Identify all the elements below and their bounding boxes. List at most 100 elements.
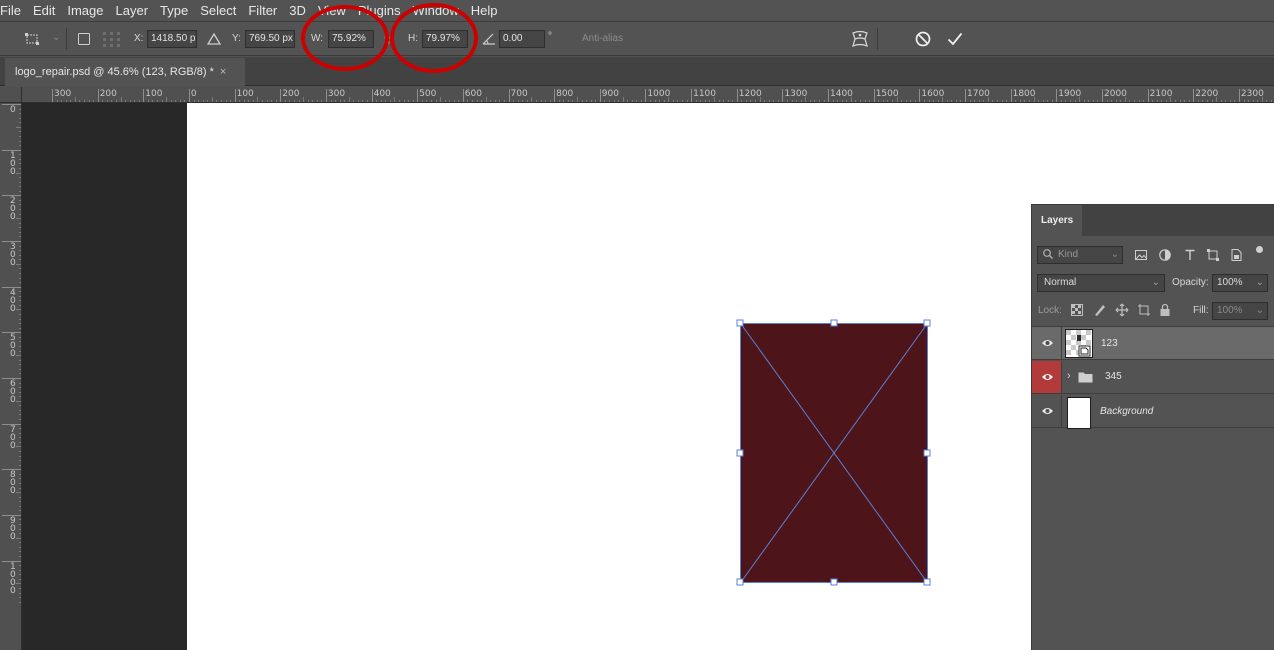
document-tab-bar: logo_repair.psd @ 45.6% (123, RGB/8) * × xyxy=(0,57,1274,86)
cancel-transform-icon[interactable] xyxy=(914,30,932,48)
layer-name[interactable]: 345 xyxy=(1105,371,1122,382)
relative-position-icon[interactable] xyxy=(206,31,222,47)
ruler-major-tick xyxy=(325,89,327,102)
lock-all-icon[interactable] xyxy=(1159,303,1171,320)
adjustment-layer-filter-icon[interactable] xyxy=(1158,248,1172,265)
ruler-label: 1200 xyxy=(738,89,762,99)
search-icon xyxy=(1042,247,1054,267)
x-position-field[interactable]: 1418.50 px xyxy=(147,30,197,48)
layer-row-345[interactable]: › 345 xyxy=(1032,361,1274,394)
warp-mode-icon[interactable] xyxy=(850,29,870,49)
ruler-major-tick xyxy=(554,89,556,102)
ruler-label: 300 xyxy=(10,241,16,268)
filter-toggle-icon[interactable] xyxy=(1256,246,1263,253)
ruler-label: 0 xyxy=(10,105,16,115)
layer-filter-kind-label: Kind xyxy=(1058,249,1079,260)
chevron-down-icon: ⌄ xyxy=(1255,277,1264,288)
ruler-major-tick xyxy=(782,89,784,102)
menu-layer[interactable]: Layer xyxy=(110,0,155,22)
opacity-value: 100% xyxy=(1217,277,1243,288)
document-tab[interactable]: logo_repair.psd @ 45.6% (123, RGB/8) * × xyxy=(5,58,245,86)
ruler-label: 1300 xyxy=(784,89,808,99)
reference-point-grid-icon[interactable] xyxy=(102,31,120,47)
ruler-label: 2200 xyxy=(1195,89,1219,99)
ruler-label: 1800 xyxy=(1012,89,1036,99)
ruler-major-tick xyxy=(234,89,236,102)
y-position-field[interactable]: 769.50 px xyxy=(245,30,295,48)
menu-3d[interactable]: 3D xyxy=(283,0,312,22)
transform-tool-icon[interactable] xyxy=(24,31,40,47)
menu-edit[interactable]: Edit xyxy=(27,0,61,22)
layer-name[interactable]: 123 xyxy=(1101,338,1118,349)
smart-object-filter-icon[interactable] xyxy=(1229,248,1243,265)
type-layer-filter-icon[interactable] xyxy=(1183,248,1197,265)
ruler-label: 2000 xyxy=(1104,89,1127,99)
lock-pixels-icon[interactable] xyxy=(1093,303,1107,320)
menu-bar: File Edit Image Layer Type Select Filter… xyxy=(0,0,1274,22)
layers-panel-header: Layers xyxy=(1032,205,1274,236)
close-icon[interactable]: × xyxy=(220,66,226,78)
layer-visibility-toggle[interactable] xyxy=(1032,395,1062,427)
horizontal-ruler[interactable]: 300 200 100 0 100 200 300 400 500 600 700 800 900 100… xyxy=(22,87,1274,103)
fill-label: Fill: xyxy=(1193,305,1209,316)
ruler-major-tick xyxy=(828,89,829,102)
ruler-label: 700 xyxy=(510,89,528,99)
layer-name[interactable]: Background xyxy=(1100,406,1153,417)
layer-filter-kind[interactable]: Kind ⌄ xyxy=(1037,246,1123,264)
ruler-major-tick xyxy=(919,89,921,102)
menu-image[interactable]: Image xyxy=(61,0,109,22)
ruler-major-tick xyxy=(97,89,99,102)
ruler-label: 1400 xyxy=(830,89,853,99)
lock-transparent-icon[interactable] xyxy=(1071,304,1083,319)
opacity-label: Opacity: xyxy=(1172,277,1209,288)
ruler-label: 100 xyxy=(236,89,254,99)
ruler-major-tick xyxy=(599,89,601,102)
lock-position-icon[interactable] xyxy=(1115,303,1129,320)
layers-tab[interactable]: Layers xyxy=(1032,205,1082,236)
shape-layer-filter-icon[interactable] xyxy=(1206,248,1220,265)
link-icon[interactable] xyxy=(383,34,391,45)
reference-point-toggle-icon[interactable] xyxy=(76,31,92,47)
w-label: W: xyxy=(311,33,324,44)
commit-transform-icon[interactable] xyxy=(946,30,964,48)
ruler-major-tick xyxy=(691,89,693,102)
ruler-label: 400 xyxy=(10,287,16,314)
ruler-label: 600 xyxy=(10,378,16,405)
vertical-ruler[interactable]: 0 100 200 300 400 500 600 700 800 900 1000 xyxy=(0,103,22,650)
expand-chevron-icon[interactable]: › xyxy=(1067,370,1071,382)
layer-row-123[interactable]: 123 xyxy=(1032,327,1274,360)
pixel-layer-filter-icon[interactable] xyxy=(1134,248,1148,265)
ruler-label: 900 xyxy=(601,89,619,99)
menu-window[interactable]: Window xyxy=(406,0,464,22)
ruler-label: 400 xyxy=(373,89,391,99)
layer-thumbnail xyxy=(1067,397,1091,429)
ruler-label: 200 xyxy=(10,196,16,223)
layer-row-background[interactable]: Background xyxy=(1032,395,1274,429)
ruler-label: 200 xyxy=(99,89,117,99)
chevron-down-icon: ⌄ xyxy=(1255,305,1264,316)
menu-type[interactable]: Type xyxy=(154,0,194,22)
fill-field[interactable]: 100% ⌄ xyxy=(1212,302,1268,320)
menu-help[interactable]: Help xyxy=(465,0,504,22)
menu-filter[interactable]: Filter xyxy=(242,0,283,22)
ruler-major-tick xyxy=(1147,89,1149,102)
menu-file[interactable]: File xyxy=(0,0,27,22)
layer-visibility-toggle[interactable] xyxy=(1032,327,1062,359)
ruler-label: 300 xyxy=(54,89,72,99)
opacity-field[interactable]: 100% ⌄ xyxy=(1212,274,1268,292)
eye-icon xyxy=(1042,340,1053,346)
separator xyxy=(66,28,67,50)
tool-preset-chevron-icon[interactable]: ⌄ xyxy=(52,32,60,43)
height-field[interactable]: 79.97% xyxy=(422,30,468,48)
lock-artboard-icon[interactable] xyxy=(1137,303,1151,320)
blend-mode-select[interactable]: Normal ⌄ xyxy=(1037,274,1165,292)
layer-visibility-toggle[interactable] xyxy=(1032,361,1062,393)
menu-plugins[interactable]: Plugins xyxy=(352,0,407,22)
menu-view[interactable]: View xyxy=(312,0,352,22)
menu-select[interactable]: Select xyxy=(194,0,242,22)
ruler-label: 500 xyxy=(419,89,437,99)
rotate-field[interactable]: 0.00 xyxy=(499,30,545,48)
separator xyxy=(877,28,878,50)
width-field[interactable]: 75.92% xyxy=(328,30,374,48)
ruler-origin[interactable] xyxy=(0,87,22,103)
